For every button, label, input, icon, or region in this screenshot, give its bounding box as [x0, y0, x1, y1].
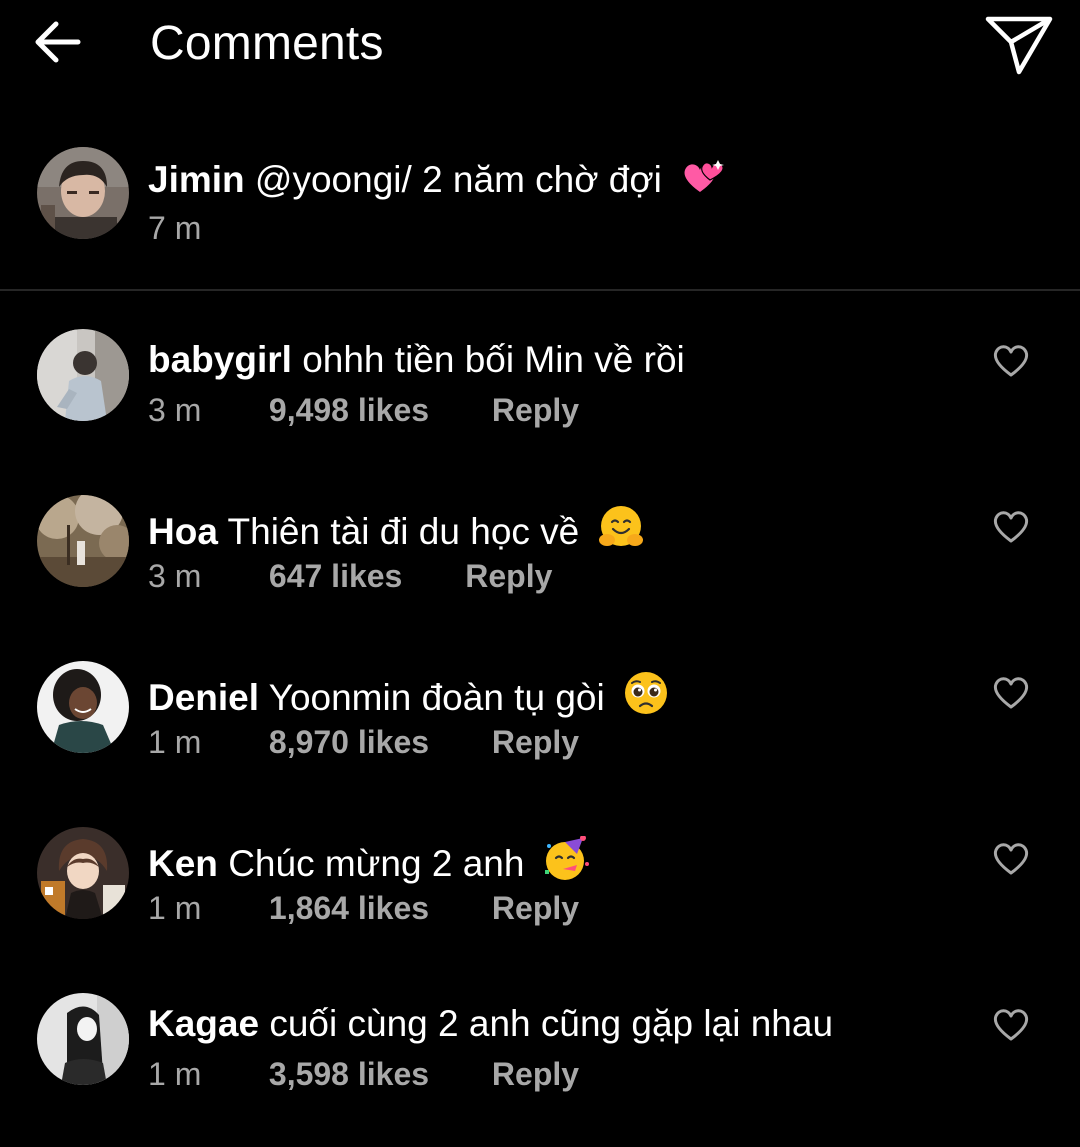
- likes-count[interactable]: 8,970 likes: [269, 724, 429, 760]
- heart-icon[interactable]: [992, 676, 1030, 710]
- post-caption: Jimin @yoongi/ 2 năm chờ đợi 7 m: [0, 140, 1080, 250]
- two-hearts-icon: [680, 158, 726, 208]
- page-title: Comments: [150, 17, 384, 70]
- avatar[interactable]: [37, 147, 129, 239]
- comment-time: 3 m: [148, 558, 202, 594]
- avatar[interactable]: [37, 661, 129, 753]
- comment-time: 1 m: [148, 724, 202, 760]
- comment-body: cuối cùng 2 anh cũng gặp lại nhau: [269, 1003, 834, 1044]
- comment-meta: 1 m 3,598 likes Reply: [148, 1054, 579, 1094]
- avatar[interactable]: [37, 329, 129, 421]
- comment-text: Hoa Thiên tài đi du học về: [148, 504, 644, 560]
- comment-username[interactable]: babygirl: [148, 339, 292, 380]
- likes-count[interactable]: 1,864 likes: [269, 890, 429, 926]
- heart-icon[interactable]: [992, 1008, 1030, 1042]
- partying-face-icon: [543, 835, 591, 892]
- caption-meta: 7 m: [148, 208, 260, 248]
- comment-time: 1 m: [148, 890, 202, 926]
- comment-username[interactable]: Deniel: [148, 677, 259, 718]
- comment-body: Thiên tài đi du học về: [227, 511, 580, 552]
- comment-text: babygirl ohhh tiền bối Min về rồi: [148, 338, 685, 382]
- comment-text: Kagae cuối cùng 2 anh cũng gặp lại nhau: [148, 1002, 833, 1046]
- comment-body: Yoonmin đoàn tụ gòi: [268, 677, 605, 718]
- top-bar: Comments: [0, 0, 1080, 90]
- reply-button[interactable]: Reply: [492, 1056, 579, 1092]
- heart-icon[interactable]: [992, 510, 1030, 544]
- reply-button[interactable]: Reply: [492, 392, 579, 428]
- comment-time: 3 m: [148, 392, 202, 428]
- avatar[interactable]: [37, 827, 129, 919]
- comment-body: ohhh tiền bối Min về rồi: [302, 339, 685, 380]
- caption-time: 7 m: [148, 210, 202, 246]
- avatar[interactable]: [37, 495, 129, 587]
- comment-text: Deniel Yoonmin đoàn tụ gòi: [148, 670, 669, 726]
- pleading-face-icon: [623, 670, 669, 726]
- comment-meta: 1 m 8,970 likes Reply: [148, 722, 579, 762]
- paper-plane-icon[interactable]: [984, 14, 1054, 76]
- comment-meta: 1 m 1,864 likes Reply: [148, 888, 579, 928]
- reply-button[interactable]: Reply: [492, 724, 579, 760]
- hugging-face-icon: [598, 504, 644, 560]
- comment-username[interactable]: Kagae: [148, 1003, 259, 1044]
- caption-text: Jimin @yoongi/ 2 năm chờ đợi: [148, 158, 726, 208]
- comment-body: Chúc mừng 2 anh: [228, 843, 525, 884]
- comment-meta: 3 m 9,498 likes Reply: [148, 390, 579, 430]
- avatar[interactable]: [37, 993, 129, 1085]
- heart-icon[interactable]: [992, 344, 1030, 378]
- reply-button[interactable]: Reply: [492, 890, 579, 926]
- comment-meta: 3 m 647 likes Reply: [148, 556, 552, 596]
- likes-count[interactable]: 9,498 likes: [269, 392, 429, 428]
- likes-count[interactable]: 647 likes: [269, 558, 402, 594]
- likes-count[interactable]: 3,598 likes: [269, 1056, 429, 1092]
- caption-username[interactable]: Jimin: [148, 159, 245, 200]
- reply-button[interactable]: Reply: [465, 558, 552, 594]
- comment-text: Ken Chúc mừng 2 anh: [148, 835, 591, 892]
- arrow-left-icon[interactable]: [34, 20, 82, 64]
- divider: [0, 289, 1080, 291]
- caption-body: @yoongi/ 2 năm chờ đợi: [254, 159, 662, 200]
- heart-icon[interactable]: [992, 842, 1030, 876]
- comment-time: 1 m: [148, 1056, 202, 1092]
- comment-username[interactable]: Hoa: [148, 511, 218, 552]
- comment-username[interactable]: Ken: [148, 843, 218, 884]
